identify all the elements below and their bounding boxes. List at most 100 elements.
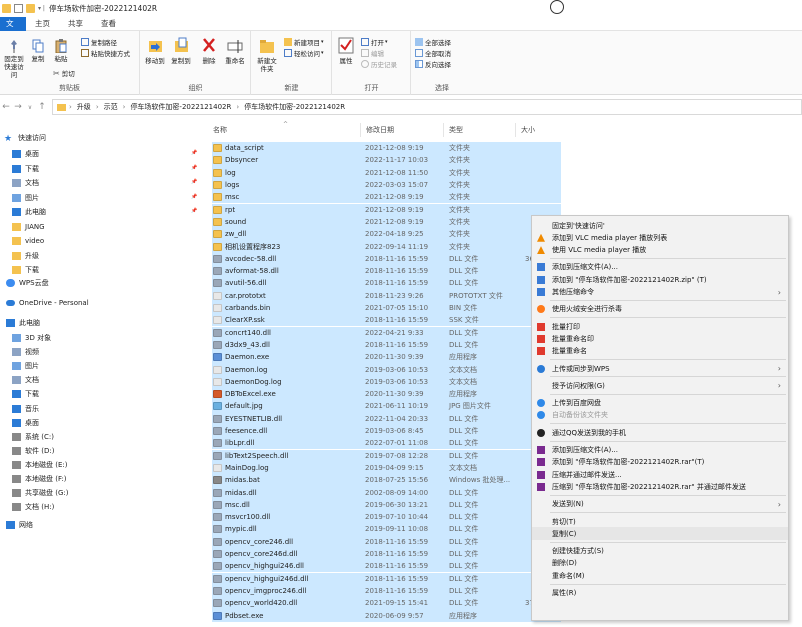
edit-button[interactable]: 编辑 (361, 48, 384, 58)
file-row[interactable]: opencv_imgproc246.dll 2018-11-16 15:59 DLL… (212, 584, 561, 598)
file-row[interactable]: DBToExcel.exe 2020-11-30 9:39 应用程序 (212, 388, 561, 401)
sidebar-pc-item[interactable]: 本地磁盘 (F:) (12, 473, 67, 485)
context-menu-item[interactable]: 批量重命名 (532, 345, 788, 358)
tab-view[interactable]: 查看 (92, 17, 125, 31)
file-row[interactable]: opencv_world420.dll 2021-09-15 15:41 DLL 文… (212, 597, 561, 610)
dropdown-icon[interactable]: ▾ | (38, 5, 45, 12)
new-item-button[interactable]: 新建项目 ▾ (284, 37, 324, 47)
new-folder-button[interactable]: 新建文件夹 (255, 37, 279, 73)
breadcrumb-item[interactable]: 示范 (104, 102, 118, 112)
file-row[interactable]: mypic.dll 2019-09-11 10:08 DLL 文件 (212, 523, 561, 536)
sidebar-item[interactable]: 下载 (12, 163, 39, 175)
file-row[interactable]: opencv_highgui246.dll 2018-11-16 15:59 DLL… (212, 560, 561, 573)
file-row[interactable]: midas.bat 2018-07-25 15:56 Windows 批处理... (212, 474, 561, 487)
cut-button[interactable]: ✂ 剪切 (53, 68, 75, 79)
context-menu-item[interactable]: 授予访问权限(G) › (532, 379, 788, 392)
file-row[interactable]: midas.dll 2002-08-09 14:00 DLL 文件 (212, 486, 561, 499)
file-row[interactable]: Daemon.exe 2020-11-30 9:39 应用程序 (212, 351, 561, 364)
file-row[interactable]: feesence.dll 2019-03-06 8:45 DLL 文件 (212, 424, 561, 438)
sidebar-item[interactable]: JIANG (12, 221, 45, 233)
context-menu-item[interactable]: 剪切(T) (532, 515, 788, 528)
sidebar-onedrive[interactable]: OneDrive - Personal (6, 297, 89, 309)
pin-icon[interactable]: 📌 (191, 150, 197, 156)
sidebar-item[interactable]: 此电脑 (12, 206, 46, 218)
file-row[interactable]: Dbsyncer 2022-11-17 10:03 文件夹 (212, 154, 561, 167)
file-row[interactable]: avutil-56.dll 2018-11-16 15:59 DLL 文件 (212, 277, 561, 290)
sidebar-pc-item[interactable]: 图片 (12, 360, 39, 372)
context-menu-item[interactable]: 通过QQ发送到我的手机 (532, 426, 788, 439)
file-row[interactable]: default.jpg 2021-06-11 10:19 JPG 图片文件 (212, 400, 561, 413)
breadcrumb-item[interactable]: 停车场软件加密-2022121402R (244, 102, 345, 112)
file-row[interactable]: libLpr.dll 2022-07-01 11:08 DLL 文件 (212, 437, 561, 450)
sidebar-this-pc[interactable]: 此电脑 (6, 317, 40, 329)
sidebar-item[interactable]: 升级 (12, 250, 39, 262)
file-row[interactable]: carbands.bin 2021-07-05 15:10 BIN 文件 (212, 301, 561, 315)
file-row[interactable]: logs 2022-03-03 15:07 文件夹 (212, 178, 561, 192)
sidebar-item[interactable]: 下载 (12, 264, 39, 276)
invert-selection-button[interactable]: 反向选择 (415, 59, 451, 69)
sidebar-item[interactable]: 图片 (12, 192, 39, 204)
file-row[interactable]: d3dx9_43.dll 2018-11-16 15:59 DLL 文件 (212, 338, 561, 352)
rename-button[interactable]: 重命名 (223, 37, 247, 65)
context-menu-item[interactable]: 创建快捷方式(S) (532, 545, 788, 558)
file-row[interactable]: MainDog.log 2019-04-09 9:15 文本文档 (212, 461, 561, 475)
sidebar-wps-cloud[interactable]: WPS云盘 (6, 277, 49, 289)
file-row[interactable]: msc.dll 2019-06-30 13:21 DLL 文件 (212, 498, 561, 511)
tab-file[interactable]: 文件 (0, 17, 26, 42)
sidebar-pc-item[interactable]: 共享磁盘 (G:) (12, 487, 68, 499)
address-bar[interactable]: › 升级 › 示范 › 停车场软件加密-2022121402R › 停车场软件加… (52, 99, 802, 115)
context-menu-item[interactable]: 添加到压缩文件(A)... (532, 261, 788, 274)
file-row[interactable]: DaemonDog.log 2019-03-06 10:53 文本文档 (212, 375, 561, 388)
sidebar-item[interactable]: video (12, 235, 44, 247)
delete-button[interactable]: 删除 (201, 37, 217, 65)
paste-button[interactable]: 粘贴 (53, 39, 69, 63)
file-row[interactable]: ClearXP.ssk 2018-11-16 15:59 SSK 文件 (212, 314, 561, 327)
context-menu-item[interactable]: 添加到压缩文件(A)... (532, 444, 788, 457)
file-row[interactable]: avformat-58.dll 2018-11-16 15:59 DLL 文件 (212, 265, 561, 278)
context-menu-item[interactable]: 重命名(M) (532, 569, 788, 582)
back-arrow-icon[interactable]: ← (0, 102, 12, 112)
history-button[interactable]: 历史记录 (361, 59, 397, 69)
file-row[interactable]: concrt140.dll 2022-04-21 9:33 DLL 文件 (212, 326, 561, 339)
sidebar-item[interactable]: 桌面 (12, 148, 39, 160)
pin-icon[interactable]: 📌 (191, 208, 197, 214)
sidebar-pc-item[interactable]: 文档 (12, 374, 39, 386)
sidebar-quick-access[interactable]: ★ 快速访问 (4, 132, 46, 144)
copy-path-button[interactable]: 复制路径 (81, 37, 117, 47)
recent-dropdown-icon[interactable]: ∨ (24, 104, 36, 111)
copy-to-button[interactable]: 复制到 (170, 37, 192, 65)
context-menu-item[interactable]: 删除(D) (532, 557, 788, 570)
breadcrumb-item[interactable]: 升级 (77, 102, 91, 112)
context-menu-item[interactable]: 上传或同步到WPS › (532, 362, 788, 375)
file-row[interactable]: EYESTNETLIB.dll 2022-11-04 20:33 DLL 文件 (212, 412, 561, 425)
file-row[interactable]: zw_dll 2022-04-18 9:25 文件夹 (212, 228, 561, 241)
sidebar-pc-item[interactable]: 本地磁盘 (E:) (12, 459, 67, 471)
sidebar-item[interactable]: 文档 (12, 177, 39, 189)
file-row[interactable]: car.prototxt 2018-11-23 9:26 PROTOTXT 文件 (212, 289, 561, 302)
context-menu-item[interactable]: 固定到'快速访问' (532, 219, 788, 232)
context-menu-item[interactable]: 批量重命名印 (532, 332, 788, 345)
open-button[interactable]: 打开 ▾ (361, 37, 388, 47)
paste-shortcut-button[interactable]: 粘贴快捷方式 (81, 48, 130, 58)
context-menu-item[interactable]: 发送到(N) › (532, 498, 788, 511)
pin-icon[interactable]: 📌 (191, 194, 197, 200)
context-menu-item[interactable]: 上传到百度网盘 (532, 397, 788, 410)
context-menu-item[interactable]: 添加到 "停车场软件加密-2022121402R.zip" (T) (532, 273, 788, 286)
sidebar-network[interactable]: 网络 (6, 519, 33, 531)
context-menu-item[interactable]: 使用 VLC media player 播放 (532, 244, 788, 257)
context-menu-item[interactable]: 批量打印 (532, 320, 788, 333)
easy-access-button[interactable]: 轻松访问 ▾ (284, 48, 324, 58)
up-arrow-icon[interactable]: ↑ (36, 102, 48, 112)
pin-icon[interactable]: 📌 (191, 165, 197, 171)
context-menu-item[interactable]: 其他压缩命令 › (532, 286, 788, 299)
properties-button[interactable]: 属性 (336, 37, 356, 65)
context-menu-item[interactable]: 添加到 VLC media player 播放列表 (532, 231, 788, 244)
sidebar-pc-item[interactable]: 视频 (12, 346, 39, 358)
column-header-size[interactable]: 大小 (521, 125, 535, 135)
context-menu-item[interactable]: 压缩并通过邮件发送... (532, 468, 788, 481)
context-menu-item[interactable]: 压缩到 "停车场软件加密-2022121402R.rar" 并通过邮件发送 (532, 480, 788, 493)
column-header-name[interactable]: 名称 (213, 125, 227, 135)
sidebar-pc-item[interactable]: 音乐 (12, 403, 39, 415)
sidebar-pc-item[interactable]: 文档 (H:) (12, 501, 54, 513)
file-row[interactable]: opencv_core246.dll 2018-11-16 15:59 DLL 文件 (212, 535, 561, 548)
